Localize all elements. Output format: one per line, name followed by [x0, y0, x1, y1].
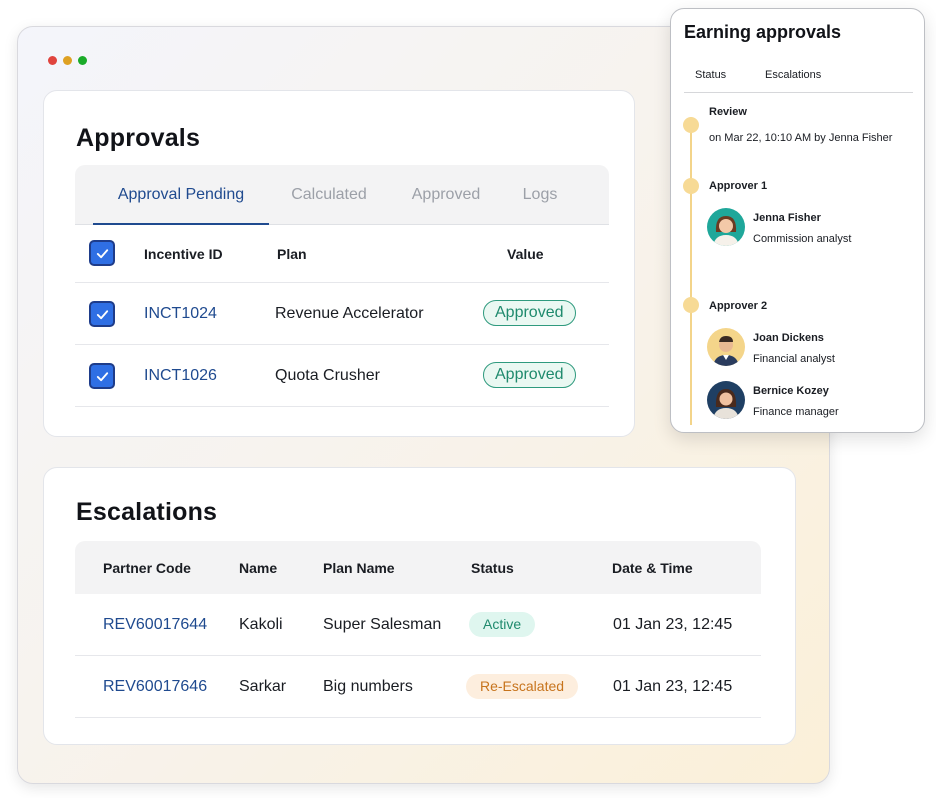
- minimize-dot[interactable]: [63, 56, 72, 65]
- approvals-card: Approvals Approval Pending Calculated Ap…: [43, 90, 635, 437]
- person-role: Commission analyst: [753, 233, 852, 245]
- plan-name-cell: Super Salesman: [323, 616, 442, 633]
- window-controls: [48, 56, 87, 65]
- tab-approved[interactable]: Approved: [400, 165, 492, 224]
- close-dot[interactable]: [48, 56, 57, 65]
- status-badge: Re-Escalated: [466, 674, 579, 699]
- status-badge: Active: [469, 612, 536, 637]
- woman-avatar-blue: [707, 381, 745, 419]
- row-checkbox[interactable]: [89, 301, 115, 327]
- plan-cell: Quota Crusher: [275, 367, 380, 384]
- table-row[interactable]: REV60017646 Sarkar Big numbers Re-Escala…: [75, 656, 761, 718]
- approvals-header-row: Incentive ID Plan Value: [75, 225, 609, 283]
- person-name: Bernice Kozey: [753, 385, 829, 397]
- tab-status[interactable]: Status: [695, 69, 726, 81]
- escalations-card: Escalations Partner Code Name Plan Name …: [43, 467, 796, 745]
- maximize-dot[interactable]: [78, 56, 87, 65]
- earning-tabs: Status Escalations: [684, 69, 913, 93]
- partner-code-link[interactable]: REV60017644: [103, 616, 207, 634]
- column-header-name: Name: [239, 560, 278, 576]
- tab-approval-pending[interactable]: Approval Pending: [93, 165, 269, 225]
- table-row[interactable]: REV60017644 Kakoli Super Salesman Active…: [75, 594, 761, 656]
- plan-cell: Revenue Accelerator: [275, 305, 424, 322]
- person-role: Financial analyst: [753, 353, 835, 365]
- name-cell: Kakoli: [239, 616, 283, 633]
- table-row[interactable]: INCT1024 Revenue Accelerator Approved: [75, 283, 609, 345]
- escalations-title: Escalations: [76, 498, 218, 526]
- status-badge: Approved: [483, 300, 576, 326]
- approver-2-label: Approver 2: [709, 300, 768, 312]
- column-header-date-time: Date & Time: [612, 560, 693, 576]
- name-cell: Sarkar: [239, 678, 287, 695]
- check-icon: [96, 309, 108, 319]
- date-time-cell: 01 Jan 23, 12:45: [613, 678, 733, 695]
- tab-calculated[interactable]: Calculated: [279, 165, 379, 224]
- person-name: Joan Dickens: [753, 332, 824, 344]
- person-name: Jenna Fisher: [753, 212, 821, 224]
- review-label: Review: [709, 106, 747, 118]
- timeline-dot: [683, 297, 699, 313]
- person-role: Finance manager: [753, 406, 839, 418]
- column-header-status: Status: [471, 560, 514, 576]
- column-header-value: Value: [507, 246, 544, 262]
- column-header-partner-code: Partner Code: [103, 560, 191, 576]
- approvals-title: Approvals: [76, 124, 201, 152]
- earning-approvals-title: Earning approvals: [684, 22, 842, 42]
- timeline-dot: [683, 117, 699, 133]
- approvals-tabbar: Approval Pending Calculated Approved Log…: [75, 165, 609, 225]
- select-all-checkbox[interactable]: [89, 240, 115, 266]
- plan-name-cell: Big numbers: [323, 678, 413, 695]
- check-icon: [96, 371, 108, 381]
- incentive-id-link[interactable]: INCT1026: [144, 367, 217, 385]
- column-header-incentive-id: Incentive ID: [144, 246, 223, 262]
- escalations-header-row: Partner Code Name Plan Name Status Date …: [75, 541, 761, 594]
- review-detail: on Mar 22, 10:10 AM by Jenna Fisher: [709, 132, 893, 144]
- incentive-id-link[interactable]: INCT1024: [144, 305, 217, 323]
- timeline-line: [690, 117, 692, 425]
- column-header-plan: Plan: [277, 246, 307, 262]
- woman-avatar-teal: [707, 208, 745, 246]
- tab-logs[interactable]: Logs: [515, 165, 565, 224]
- approver-1-label: Approver 1: [709, 180, 768, 192]
- stage: Approvals Approval Pending Calculated Ap…: [0, 0, 936, 798]
- check-icon: [96, 248, 108, 258]
- column-header-plan-name: Plan Name: [323, 560, 395, 576]
- earning-approvals-panel: Earning approvals Status Escalations Rev…: [670, 8, 925, 433]
- row-checkbox[interactable]: [89, 363, 115, 389]
- table-row[interactable]: INCT1026 Quota Crusher Approved: [75, 345, 609, 407]
- partner-code-link[interactable]: REV60017646: [103, 678, 207, 696]
- tab-escalations[interactable]: Escalations: [765, 69, 821, 81]
- status-badge: Approved: [483, 362, 576, 388]
- date-time-cell: 01 Jan 23, 12:45: [613, 616, 733, 633]
- man-avatar-yellow: [707, 328, 745, 366]
- timeline-dot: [683, 178, 699, 194]
